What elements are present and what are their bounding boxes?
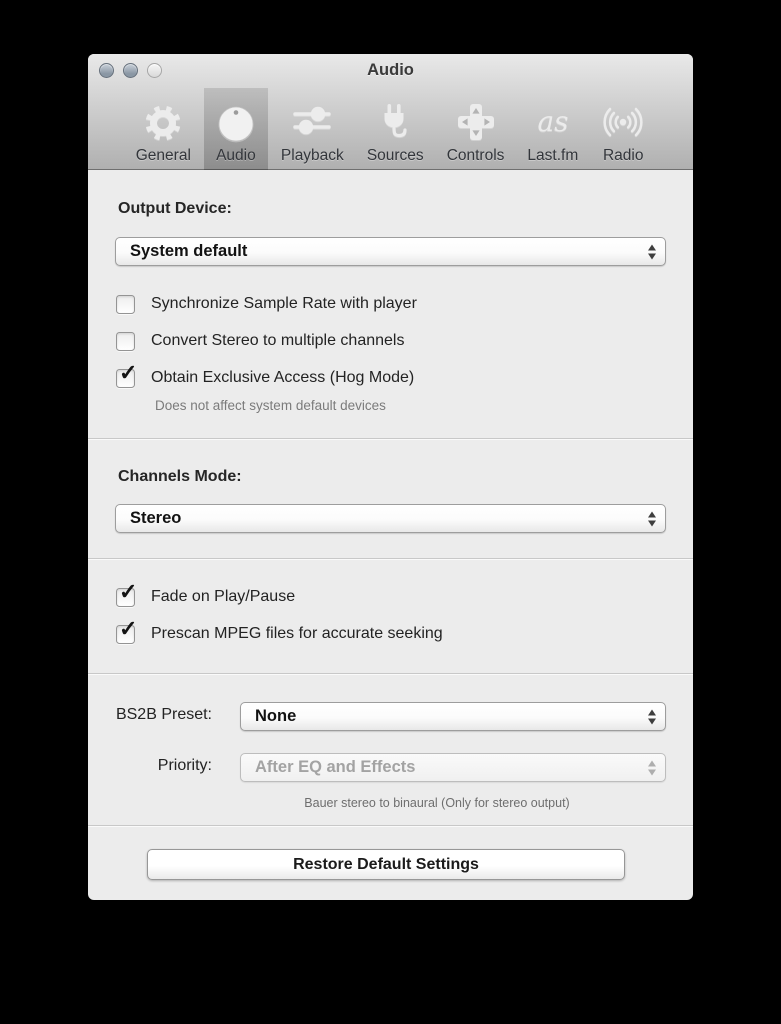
bs2b-caption: Bauer stereo to binaural (Only for stere… [304,796,570,810]
stepper-arrows-icon [648,709,656,724]
tab-controls[interactable]: Controls [437,88,515,170]
preferences-window: Audio General Audio Playback Sources Con… [88,54,693,900]
tab-general[interactable]: General [126,88,201,170]
bs2b-preset-label: BS2B Preset: [115,706,212,723]
section-divider [88,438,693,439]
checkbox-label: Convert Stereo to multiple channels [151,332,405,349]
section-divider [88,673,693,674]
checkbox-label: Obtain Exclusive Access (Hog Mode) [151,369,415,386]
tab-lastfm[interactable]: as Last.fm [517,88,588,170]
lastfm-icon: as [531,98,575,146]
channels-mode-label: Channels Mode: [118,468,242,485]
checkbox-box [116,331,135,351]
window-title: Audio [367,61,414,79]
output-device-select[interactable]: System default [115,237,666,266]
tab-sources[interactable]: Sources [357,88,434,170]
priority-value: After EQ and Effects [255,758,416,776]
bs2b-preset-select[interactable]: None [240,702,666,731]
priority-select: After EQ and Effects [240,753,666,782]
checkbox-hog-mode[interactable]: ✓ Obtain Exclusive Access (Hog Mode) [116,361,415,388]
tab-label: General [135,147,191,164]
plug-icon [373,98,417,146]
tab-label: Audio [216,147,256,164]
checkbox-box: ✓ [116,580,137,607]
tab-label: Radio [602,147,644,164]
tab-label: Controls [446,147,505,164]
tab-label: Sources [366,147,424,164]
checkbox-fade-play-pause[interactable]: ✓ Fade on Play/Pause [116,580,296,607]
stepper-arrows-icon [648,511,656,526]
checkbox-sync-sample-rate[interactable]: Synchronize Sample Rate with player [116,294,417,314]
broadcast-icon [601,98,645,146]
checkbox-convert-stereo[interactable]: Convert Stereo to multiple channels [116,331,404,351]
hog-mode-note: Does not affect system default devices [155,398,386,413]
section-divider [88,558,693,559]
checkbox-box: ✓ [116,361,137,388]
window-header[interactable]: Audio General Audio Playback Sources Con… [88,54,693,170]
stepper-arrows-icon [648,244,656,259]
stepper-arrows-icon [648,760,656,775]
checkmark-icon: ✓ [119,578,138,604]
sliders-icon [290,98,334,146]
checkbox-label: Fade on Play/Pause [151,588,296,605]
checkbox-box [116,294,135,314]
channels-mode-select[interactable]: Stereo [115,504,666,533]
priority-label: Priority: [157,757,212,774]
restore-defaults-button[interactable]: Restore Default Settings [147,849,625,880]
channels-mode-value: Stereo [130,509,182,527]
svg-text:as: as [537,105,568,138]
checkbox-label: Prescan MPEG files for accurate seeking [151,625,443,642]
tab-radio[interactable]: Radio [591,88,655,170]
checkbox-box: ✓ [116,617,137,644]
tab-label: Playback [280,147,344,164]
tab-label: Last.fm [527,147,579,164]
tab-audio[interactable]: Audio [203,88,268,170]
checkmark-icon: ✓ [119,615,138,641]
bs2b-preset-value: None [255,707,297,725]
tab-playback[interactable]: Playback [271,88,354,170]
output-device-label: Output Device: [118,200,232,217]
checkbox-prescan-mpeg[interactable]: ✓ Prescan MPEG files for accurate seekin… [116,617,443,644]
checkmark-icon: ✓ [119,359,138,385]
checkbox-label: Synchronize Sample Rate with player [151,295,417,312]
section-divider [88,825,693,826]
output-device-value: System default [130,242,248,260]
dpad-icon [454,98,498,146]
preferences-toolbar: General Audio Playback Sources Controls … [88,88,693,170]
gear-icon [141,98,185,146]
knob-icon [214,98,258,146]
